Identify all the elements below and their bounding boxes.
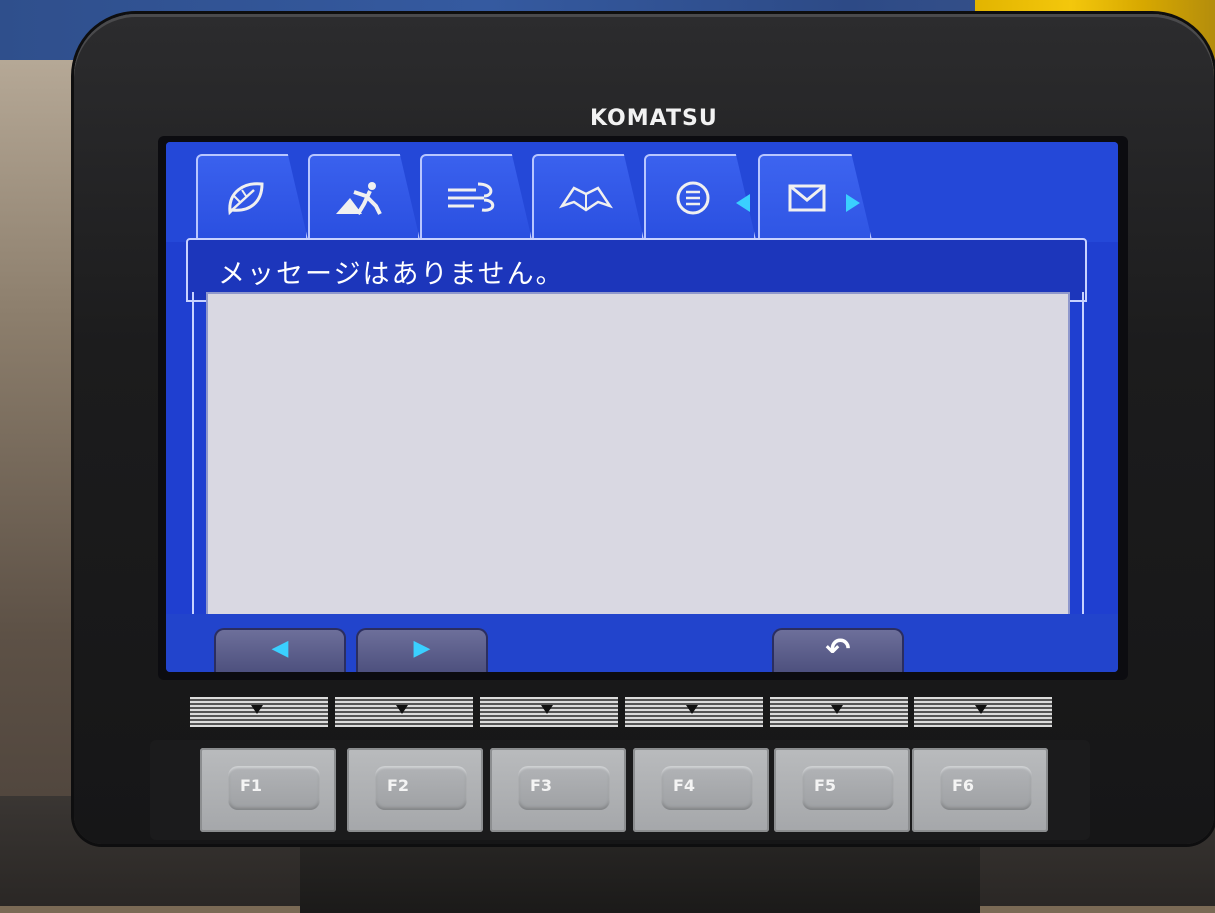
fkey-indicator: [335, 697, 473, 727]
book-icon: [556, 178, 614, 218]
fkey-indicator: [914, 697, 1052, 727]
f1-key-label: F1: [240, 776, 263, 795]
f4-key[interactable]: F4: [633, 748, 769, 832]
right-arrow-icon: ▶: [413, 636, 431, 661]
fkey-indicator-strip: [190, 697, 1052, 727]
f5-key-label: F5: [814, 776, 837, 795]
tab-scroll-right-icon[interactable]: [846, 194, 860, 212]
indicator-triangle-icon: [686, 705, 698, 714]
f6-key-label: F6: [952, 776, 975, 795]
list-menu-icon: [668, 178, 718, 218]
f3-key[interactable]: F3: [490, 748, 626, 832]
tab-scroll-left-icon[interactable]: [736, 194, 750, 212]
f1-key[interactable]: F1: [200, 748, 336, 832]
fkey-indicator: [625, 697, 763, 727]
f3-key-label: F3: [530, 776, 553, 795]
excavator-worker-icon: [332, 178, 382, 218]
message-list-area: [206, 292, 1070, 616]
f2-key[interactable]: F2: [347, 748, 483, 832]
indicator-triangle-icon: [831, 705, 843, 714]
no-messages-text: メッセージはありません。: [218, 259, 565, 290]
f2-key-label: F2: [387, 776, 410, 795]
envelope-icon: [782, 178, 832, 218]
fkey-indicator: [480, 697, 618, 727]
indicator-triangle-icon: [541, 705, 553, 714]
indicator-triangle-icon: [251, 705, 263, 714]
indicator-triangle-icon: [396, 705, 408, 714]
f6-key[interactable]: F6: [912, 748, 1048, 832]
f5-key[interactable]: F5: [774, 748, 910, 832]
f4-key-label: F4: [673, 776, 696, 795]
indicator-triangle-icon: [975, 705, 987, 714]
fkey-indicator: [770, 697, 908, 727]
leaf-icon: [220, 178, 270, 218]
brand-logo: KOMATSU: [590, 106, 718, 131]
fkey-indicator: [190, 697, 328, 727]
return-softkey[interactable]: ↶: [772, 628, 904, 672]
left-arrow-icon: ◀: [271, 636, 289, 661]
air-flow-icon: [444, 178, 495, 218]
monitor-screen: メッセージはありません。 ◀ ▶ ↶: [166, 142, 1118, 672]
previous-softkey[interactable]: ◀: [214, 628, 346, 672]
next-softkey[interactable]: ▶: [356, 628, 488, 672]
return-icon: ↶: [825, 632, 851, 667]
